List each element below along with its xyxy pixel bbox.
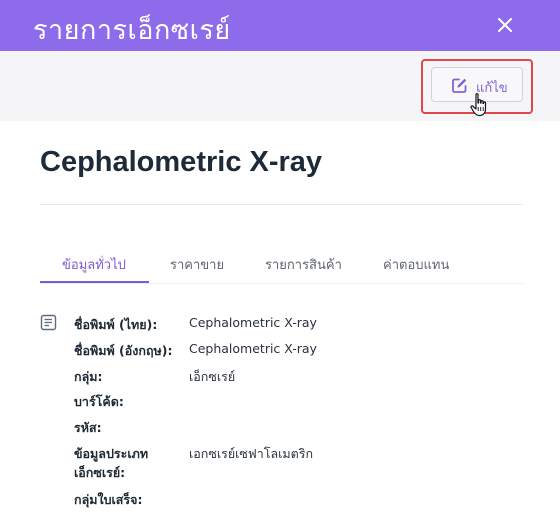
tab-bar-line — [40, 283, 523, 284]
info-label: ข้อมูลประเภท — [74, 446, 149, 461]
general-info-section: ชื่อพิมพ์ (ไทย): Cephalometric X-ray ชื่… — [40, 310, 523, 510]
edit-icon — [452, 78, 467, 93]
tab-compensation[interactable]: ค่าตอบแทน — [383, 254, 449, 275]
document-icon — [40, 314, 57, 331]
info-label: ชื่อพิมพ์ (ไทย): — [74, 317, 158, 332]
hand-cursor-icon — [470, 93, 487, 117]
info-label-line2: เอ็กซเรย์: — [74, 465, 126, 480]
tab-bar: ข้อมูลทั่วไป ราคาขาย รายการสินค้า ค่าตอบ… — [40, 238, 523, 284]
modal-header: รายการเอ็กซเรย์ — [0, 0, 560, 51]
active-tab-indicator — [40, 281, 149, 283]
modal-title: รายการเอ็กซเรย์ — [33, 15, 231, 46]
close-icon — [498, 18, 512, 32]
product-title: Cephalometric X-ray — [40, 146, 323, 178]
info-label: กลุ่มใบเสร็จ: — [74, 492, 143, 507]
tab-general-info[interactable]: ข้อมูลทั่วไป — [62, 254, 126, 275]
info-value: Cephalometric X-ray — [189, 315, 317, 330]
info-value: Cephalometric X-ray — [189, 341, 317, 356]
info-label: บาร์โค้ด: — [74, 394, 124, 409]
info-value: เอ็กซเรย์ — [189, 369, 236, 384]
info-label: กลุ่ม: — [74, 369, 103, 384]
close-button[interactable] — [492, 12, 518, 38]
tab-selling-price[interactable]: ราคาขาย — [170, 254, 224, 275]
title-divider — [40, 204, 523, 205]
tab-product-list[interactable]: รายการสินค้า — [265, 254, 342, 275]
info-value: เอกซเรย์เซฟาโลเมตริก — [189, 446, 314, 461]
info-label: รหัส: — [74, 420, 102, 435]
info-label: ชื่อพิมพ์ (อังกฤษ): — [74, 343, 173, 358]
